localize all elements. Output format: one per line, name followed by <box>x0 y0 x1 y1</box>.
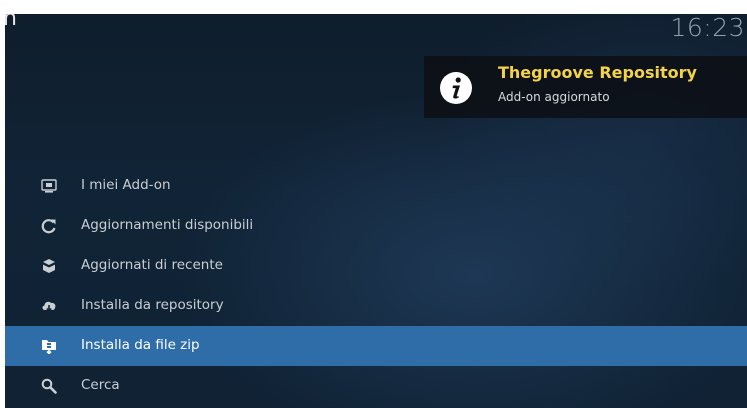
menu-item-recently-updated[interactable]: Aggiornati di recente <box>5 246 747 286</box>
menu-item-label: I miei Add-on <box>81 177 171 193</box>
menu-item-install-from-zip[interactable]: Installa da file zip <box>5 326 747 366</box>
clock: 16:23 <box>670 14 745 42</box>
menu-item-label: Aggiornati di recente <box>81 257 223 273</box>
kodi-addons-screen: n 16:23 Thegroove Repository Add-on aggi… <box>0 0 747 408</box>
menu-item-label: Installa da repository <box>81 297 224 313</box>
menu-item-available-updates[interactable]: Aggiornamenti disponibili <box>5 206 747 246</box>
menu-item-label: Aggiornamenti disponibili <box>81 217 254 233</box>
menu-item-label: Installa da file zip <box>81 337 200 353</box>
search-icon <box>41 378 57 394</box>
kodi-background: n 16:23 Thegroove Repository Add-on aggi… <box>5 14 747 408</box>
notification-message: Add-on aggiornato <box>498 90 610 104</box>
refresh-icon <box>41 219 56 234</box>
zip-file-icon <box>42 340 56 354</box>
menu-item-install-from-repository[interactable]: Installa da repository <box>5 286 747 326</box>
menu-item-search[interactable]: Cerca <box>5 366 747 406</box>
menu-item-my-addons[interactable]: I miei Add-on <box>5 166 747 206</box>
info-icon <box>440 72 472 104</box>
menu-item-label: Cerca <box>81 377 120 393</box>
notification-title: Thegroove Repository <box>498 63 697 82</box>
cloud-download-icon <box>42 301 56 313</box>
open-box-icon <box>42 259 56 273</box>
notification-toast: Thegroove Repository Add-on aggiornato <box>424 56 747 118</box>
addon-menu: I miei Add-on Aggiornamenti disponibili … <box>5 166 747 406</box>
monitor-addon-icon <box>41 179 57 193</box>
window-title-fragment: n <box>5 14 17 31</box>
